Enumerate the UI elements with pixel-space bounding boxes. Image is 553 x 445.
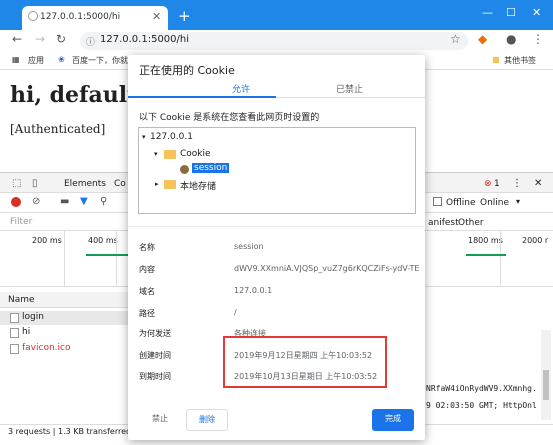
request-row[interactable]: hi (0, 326, 128, 340)
bookmark-apps[interactable]: 应用 (28, 55, 44, 66)
cookie-icon (180, 165, 189, 174)
expand-root-icon[interactable]: ▾ (142, 133, 146, 141)
folder-icon (164, 150, 176, 159)
detail-label: 域名 (139, 287, 155, 296)
maximize-icon[interactable]: ☐ (506, 6, 516, 19)
page-heading: hi, default (10, 82, 138, 108)
tab-title: 127.0.0.1:5000/hi (40, 12, 121, 22)
tick-label: 1800 ms (468, 236, 503, 245)
chevron-down-icon: ▾ (516, 197, 521, 206)
minimize-icon[interactable]: — (482, 6, 493, 19)
file-icon (10, 313, 19, 323)
request-row[interactable]: favicon.ico (0, 342, 128, 356)
request-name: favicon.ico (22, 343, 71, 353)
grid-line (64, 231, 65, 287)
scrollbar-thumb[interactable] (543, 370, 549, 400)
close-window-icon[interactable]: ✕ (532, 6, 541, 19)
error-icon[interactable]: ⊗ (484, 179, 492, 189)
tick-label: 400 ms (88, 236, 118, 245)
devtools-menu-icon[interactable]: ⋮ (512, 178, 522, 189)
offline-checkbox[interactable] (433, 197, 442, 206)
tick-label: 200 ms (32, 236, 62, 245)
tree-cookie-folder[interactable]: Cookie (180, 149, 211, 159)
name-header-label: Name (8, 295, 35, 305)
clear-icon[interactable]: ⊘ (32, 196, 40, 207)
extension-icon[interactable]: ◆ (478, 32, 487, 46)
offline-label: Offline (446, 198, 476, 208)
detail-label: 名称 (139, 243, 155, 252)
back-icon[interactable]: ← (12, 32, 22, 46)
bookmark-baidu[interactable]: 百度一下，你就 (72, 55, 128, 66)
search-icon[interactable]: ⚲ (100, 196, 107, 207)
dialog-description: 以下 Cookie 是系统在您查看此网页时设置的 (139, 113, 320, 123)
tab-elements[interactable]: Elements (64, 179, 106, 189)
star-icon[interactable]: ☆ (450, 32, 461, 46)
detail-value: dWV9.XXmniA.VJQSp_vuZ7g6rKQCZiFs-ydV-TE (234, 264, 420, 273)
camera-icon[interactable]: ▬ (60, 196, 69, 207)
globe-icon (28, 11, 38, 21)
request-name: login (22, 312, 44, 322)
throttle-select[interactable]: Online (480, 198, 509, 208)
delete-button[interactable]: 删除 (186, 409, 228, 431)
auth-status: [Authenticated] (10, 122, 106, 136)
info-icon[interactable]: ⓘ (86, 35, 95, 48)
tree-root[interactable]: 127.0.0.1 (150, 132, 193, 142)
detail-label: 路径 (139, 309, 155, 318)
menu-icon[interactable]: ⋮ (532, 32, 544, 46)
request-row[interactable]: login (0, 311, 128, 325)
file-icon (10, 344, 19, 354)
folder-icon: ■ (492, 55, 500, 64)
highlight-box (223, 336, 387, 388)
device-icon[interactable]: ▯ (32, 178, 38, 189)
new-tab-button[interactable]: + (178, 7, 191, 25)
tab-console[interactable]: Co (114, 179, 126, 189)
folder-icon (164, 180, 176, 189)
bookmark-other[interactable]: 其他书签 (504, 55, 536, 66)
status-text: 3 requests | 1.3 KB transferred (8, 427, 132, 436)
close-tab-icon[interactable]: ✕ (152, 10, 161, 23)
filter-manifest[interactable]: anifest (428, 218, 459, 228)
timing-bar (466, 254, 506, 256)
url-text: 127.0.0.1:5000/hi (100, 34, 190, 45)
detail-label: 为何发送 (139, 329, 171, 338)
expand-storage-icon[interactable]: ▸ (155, 180, 159, 188)
done-button[interactable]: 完成 (372, 409, 414, 431)
file-icon (10, 328, 19, 338)
detail-label: 创建时间 (139, 351, 171, 360)
detail-value: 127.0.0.1 (234, 286, 273, 295)
tick-label: 2000 r (522, 236, 549, 245)
divider (128, 226, 425, 227)
header-snippet: NRfaW4iOnRydWV9.XXmnhg. (426, 384, 537, 393)
header-snippet: 9 02:03:50 GMT; HttpOnl (426, 401, 537, 410)
tab-blocked[interactable]: 已禁止 (336, 82, 363, 95)
apps-icon[interactable]: ▦ (12, 55, 20, 64)
account-icon[interactable]: ● (506, 32, 516, 46)
filter-input[interactable]: Filter (10, 217, 32, 227)
dialog-title: 正在使用的 Cookie (139, 64, 235, 77)
inspect-icon[interactable]: ⬚ (12, 178, 21, 189)
expand-cookie-icon[interactable]: ▾ (154, 150, 158, 158)
reload-icon[interactable]: ↻ (56, 32, 66, 46)
forward-icon[interactable]: → (35, 32, 45, 46)
detail-value: session (234, 242, 264, 251)
record-icon[interactable] (11, 197, 21, 207)
devtools-close-icon[interactable]: ✕ (534, 178, 542, 189)
tree-session-item[interactable]: session (192, 163, 230, 173)
filter-other[interactable]: Other (458, 218, 484, 228)
error-count: 1 (494, 179, 500, 189)
filter-icon[interactable]: ▼ (80, 196, 88, 207)
tree-local-storage[interactable]: 本地存储 (180, 179, 216, 192)
paw-icon: ❀ (58, 55, 65, 64)
detail-value: / (234, 308, 237, 317)
timing-bar (86, 254, 128, 256)
block-button[interactable]: 禁止 (139, 409, 181, 431)
tab-allowed[interactable]: 允许 (232, 82, 250, 95)
request-name: hi (22, 327, 31, 337)
tab-active-indicator (128, 96, 276, 98)
detail-label: 到期时间 (139, 372, 171, 381)
grid-line (116, 231, 117, 287)
grid-line (500, 231, 501, 287)
detail-label: 内容 (139, 265, 155, 274)
